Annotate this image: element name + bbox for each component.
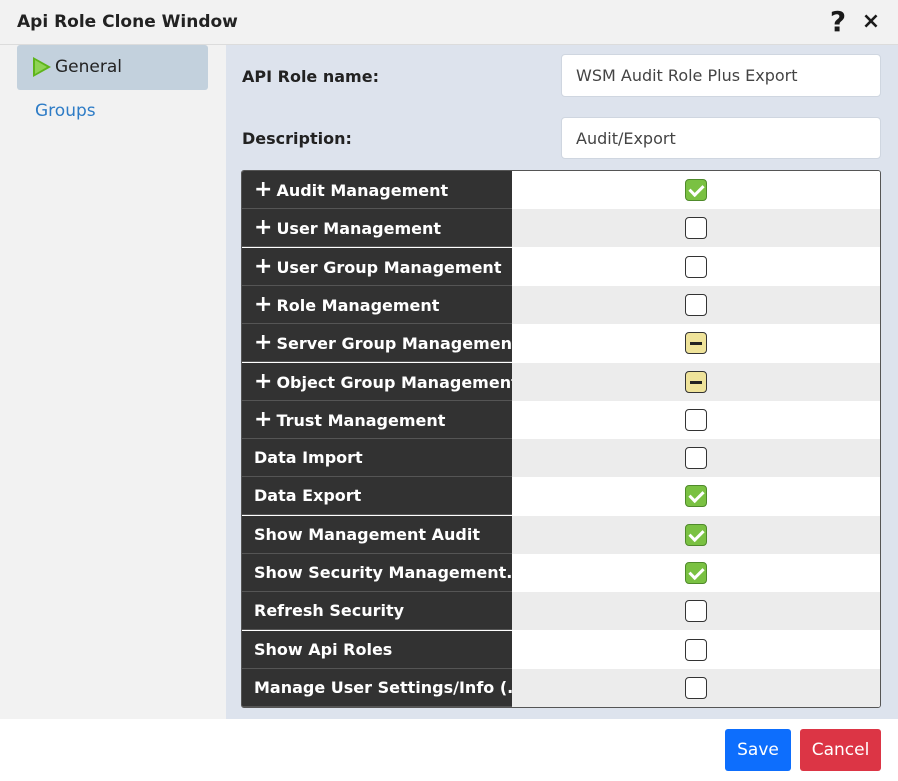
permission-name[interactable]: + User Management: [242, 209, 512, 247]
window-titlebar: Api Role Clone Window ? ×: [0, 0, 898, 45]
permission-label: Data Export: [254, 486, 362, 505]
permissions-table: + Audit Management + User Management + User G…: [241, 170, 881, 708]
permission-name[interactable]: + User Group Management: [242, 248, 512, 286]
table-row: Show Management Audit: [242, 516, 880, 554]
dialog-footer: Save Cancel: [0, 719, 898, 781]
description-label: Description:: [242, 129, 352, 148]
table-row: Manage User Settings/Info (...: [242, 669, 880, 707]
permission-checkbox[interactable]: [685, 600, 707, 622]
table-row: Refresh Security: [242, 592, 880, 630]
table-row: + Trust Management: [242, 401, 880, 439]
permission-cell: [512, 324, 880, 362]
sidebar: General Groups: [0, 45, 226, 719]
cancel-button[interactable]: Cancel: [800, 729, 881, 771]
permission-label: Show Security Management...: [254, 563, 512, 582]
permission-cell: [512, 516, 880, 554]
permission-checkbox[interactable]: [685, 447, 707, 469]
table-row: Data Import: [242, 439, 880, 477]
permission-checkbox[interactable]: [685, 256, 707, 278]
table-row: + Object Group Management: [242, 363, 880, 401]
permission-checkbox[interactable]: [685, 485, 707, 507]
expand-plus-icon[interactable]: +: [254, 330, 272, 355]
permission-label: Show Management Audit: [254, 525, 480, 544]
sidebar-item-general[interactable]: General: [17, 45, 208, 90]
help-icon[interactable]: ?: [826, 6, 850, 38]
permission-cell: [512, 439, 880, 477]
permission-checkbox[interactable]: [685, 332, 707, 354]
table-row: Data Export: [242, 477, 880, 515]
save-button[interactable]: Save: [725, 729, 791, 771]
permission-checkbox[interactable]: [685, 371, 707, 393]
permission-cell: [512, 477, 880, 515]
permission-name: Data Import: [242, 439, 512, 477]
permission-label: Show Api Roles: [254, 640, 393, 659]
permission-label: Trust Management: [276, 411, 446, 430]
close-icon[interactable]: ×: [860, 10, 882, 34]
permission-label: Manage User Settings/Info (...: [254, 678, 512, 697]
permission-name[interactable]: + Server Group Management: [242, 324, 512, 362]
permission-cell: [512, 171, 880, 209]
table-row: Show Security Management...: [242, 554, 880, 592]
permission-cell: [512, 592, 880, 630]
permission-name: Manage User Settings/Info (...: [242, 669, 512, 707]
permission-label: Data Import: [254, 448, 363, 467]
permission-cell: [512, 401, 880, 439]
role-name-label: API Role name:: [242, 67, 379, 86]
permission-label: Refresh Security: [254, 601, 405, 620]
permission-cell: [512, 209, 880, 247]
table-row: + Role Management: [242, 286, 880, 324]
permission-checkbox[interactable]: [685, 639, 707, 661]
permission-checkbox[interactable]: [685, 409, 707, 431]
role-name-input[interactable]: [561, 54, 881, 97]
permission-cell: [512, 631, 880, 669]
permission-label: Audit Management: [276, 181, 449, 200]
permission-cell: [512, 363, 880, 401]
table-row: Show Api Roles: [242, 631, 880, 669]
permission-cell: [512, 554, 880, 592]
permission-cell: [512, 248, 880, 286]
permission-name[interactable]: + Role Management: [242, 286, 512, 324]
permission-name[interactable]: + Trust Management: [242, 401, 512, 439]
description-input[interactable]: [561, 117, 881, 159]
permission-name: Show Security Management...: [242, 554, 512, 592]
sidebar-item-groups[interactable]: Groups: [35, 101, 96, 121]
expand-plus-icon[interactable]: +: [254, 292, 272, 317]
table-row: + User Group Management: [242, 248, 880, 286]
permission-label: User Management: [276, 219, 442, 238]
permission-label: Object Group Management: [276, 373, 512, 392]
permission-checkbox[interactable]: [685, 217, 707, 239]
permission-name: Data Export: [242, 477, 512, 515]
table-row: + User Management: [242, 209, 880, 247]
table-row: + Audit Management: [242, 171, 880, 209]
permission-checkbox[interactable]: [685, 179, 707, 201]
permission-name[interactable]: + Object Group Management: [242, 363, 512, 401]
expand-plus-icon[interactable]: +: [254, 177, 272, 202]
permission-label: User Group Management: [276, 258, 502, 277]
permission-cell: [512, 286, 880, 324]
permission-label: Role Management: [276, 296, 440, 315]
expand-plus-icon[interactable]: +: [254, 254, 272, 279]
permission-name[interactable]: + Audit Management: [242, 171, 512, 209]
window-title: Api Role Clone Window: [17, 12, 238, 32]
sidebar-item-label: General: [55, 57, 122, 77]
permission-checkbox[interactable]: [685, 562, 707, 584]
expand-plus-icon[interactable]: +: [254, 215, 272, 240]
permission-cell: [512, 669, 880, 707]
permission-name: Show Api Roles: [242, 631, 512, 669]
expand-plus-icon[interactable]: +: [254, 407, 272, 432]
permission-name: Refresh Security: [242, 592, 512, 630]
permission-checkbox[interactable]: [685, 524, 707, 546]
permission-name: Show Management Audit: [242, 516, 512, 554]
permission-checkbox[interactable]: [685, 294, 707, 316]
expand-plus-icon[interactable]: +: [254, 369, 272, 394]
table-row: + Server Group Management: [242, 324, 880, 362]
api-role-clone-window: Api Role Clone Window ? × General Groups…: [0, 0, 898, 781]
permission-checkbox[interactable]: [685, 677, 707, 699]
permission-label: Server Group Management: [276, 334, 512, 353]
